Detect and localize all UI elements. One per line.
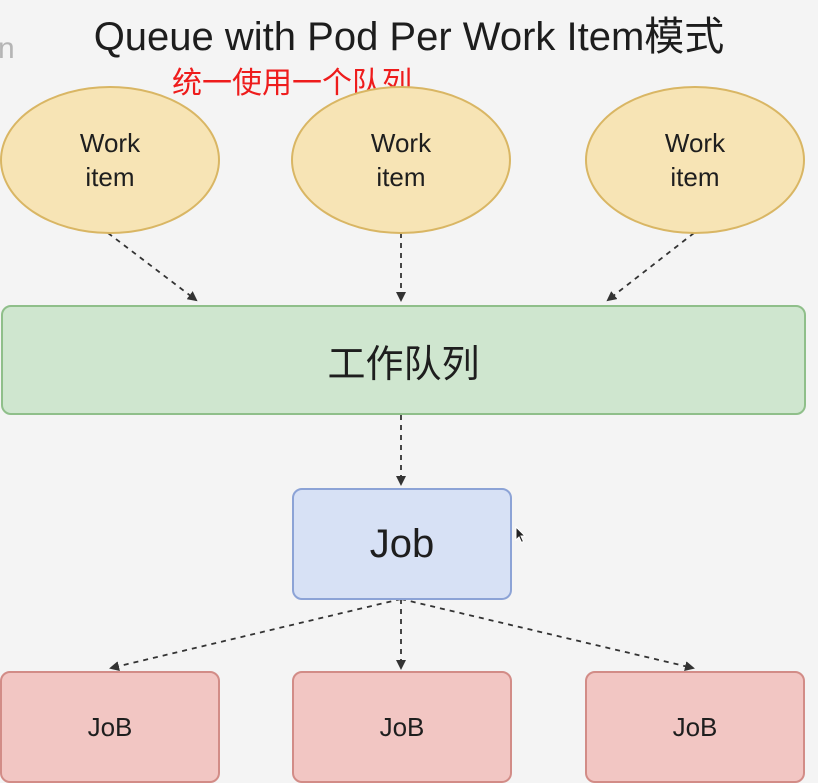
work-item-line2: item <box>85 162 135 192</box>
work-item-line1: Work <box>664 128 726 158</box>
work-item-1: Work item <box>0 86 220 234</box>
work-item-label: Work item <box>665 126 725 194</box>
diagram-title: Queue with Pod Per Work Item模式 <box>93 15 725 59</box>
pod-box-3: JoB <box>585 671 805 783</box>
arrow-job-to-pod3 <box>400 598 695 672</box>
pod-label: JoB <box>379 711 425 742</box>
pod-box-2: JoB <box>292 671 512 783</box>
work-item-line1: Work <box>79 128 141 158</box>
pod-label: JoB <box>672 711 718 742</box>
work-item-3: Work item <box>585 86 805 234</box>
pod-box-1: JoB <box>0 671 220 783</box>
work-item-line2: item <box>670 162 720 192</box>
arrow-job-to-pod1 <box>109 598 402 672</box>
arrow-item1-to-queue <box>107 232 198 302</box>
work-queue-box: 工作队列 <box>1 305 806 415</box>
mouse-cursor-icon <box>515 526 527 544</box>
job-label: Job <box>369 521 435 566</box>
work-item-label: Work item <box>80 126 140 194</box>
work-item-line2: item <box>376 162 426 192</box>
work-item-label: Work item <box>371 126 431 194</box>
work-queue-label: 工作队列 <box>327 343 480 386</box>
arrow-item3-to-queue <box>606 232 695 302</box>
pod-label: JoB <box>87 711 133 742</box>
work-item-2: Work item <box>291 86 511 234</box>
job-box: Job <box>292 488 512 600</box>
edge-glyph: n <box>0 32 15 65</box>
work-item-line1: Work <box>370 128 432 158</box>
